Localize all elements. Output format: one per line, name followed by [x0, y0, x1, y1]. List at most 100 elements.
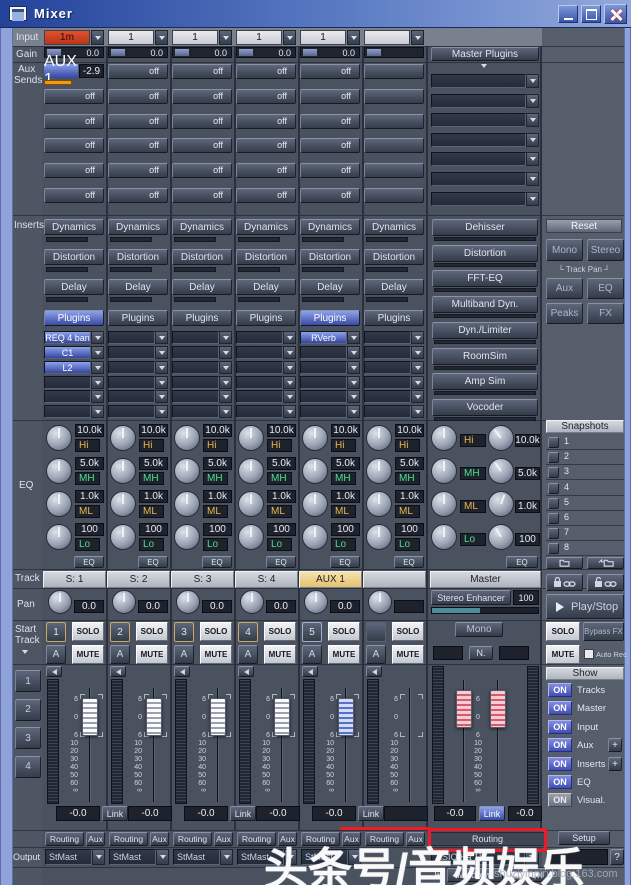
master-insert-ffteq[interactable]: FFT-EQ: [432, 270, 538, 287]
eq-knob[interactable]: [238, 425, 264, 451]
eq-knob[interactable]: [238, 458, 264, 484]
track-header-cell[interactable]: S: 2: [107, 571, 170, 588]
snapshot-load-button[interactable]: [546, 557, 583, 569]
eq-freq-value[interactable]: 10.0k: [395, 424, 424, 437]
plugin-slot-arrow[interactable]: [283, 376, 296, 389]
plugin-slot-select[interactable]: [108, 390, 155, 403]
output-dropdown-arrow[interactable]: [156, 849, 169, 865]
input-select[interactable]: 1m: [44, 30, 90, 45]
master-insert-multibanddyn[interactable]: Multiband Dyn.: [432, 296, 538, 313]
aux-send-button[interactable]: off: [300, 89, 360, 104]
plugin-slot-arrow[interactable]: [155, 361, 168, 374]
aux-send-button[interactable]: off: [172, 114, 232, 129]
plugin-slot-select[interactable]: L2: [44, 361, 91, 374]
plugin-slot-select[interactable]: [236, 405, 283, 418]
eq-button[interactable]: EQ: [74, 556, 104, 568]
show-on-toggle-tracks[interactable]: ON: [548, 683, 572, 697]
master-plugin-slot[interactable]: [431, 172, 526, 186]
eq-freq-value[interactable]: 5.0k: [75, 457, 104, 470]
pan-knob[interactable]: [304, 590, 328, 614]
eq-knob[interactable]: [302, 425, 328, 451]
aux-send-button[interactable]: [364, 163, 424, 178]
master-left-field[interactable]: [433, 646, 463, 660]
plugin-slot-select[interactable]: [364, 390, 411, 403]
gain-value[interactable]: 0.0: [86, 48, 99, 58]
gain-value[interactable]: 0.0: [150, 48, 163, 58]
fx-delay-button[interactable]: Delay: [44, 279, 104, 295]
fx-delay-button[interactable]: Delay: [364, 279, 424, 295]
meter-collapse-button[interactable]: [238, 666, 254, 677]
track-number-button[interactable]: 2: [110, 622, 130, 642]
stereo-enhancer-value[interactable]: 100: [513, 590, 539, 605]
help-button[interactable]: ?: [610, 849, 624, 865]
aux-send-button[interactable]: off: [44, 188, 104, 203]
track-number-button[interactable]: 3: [174, 622, 194, 642]
plugin-slot-arrow[interactable]: [155, 376, 168, 389]
plugin-slot-arrow[interactable]: [411, 346, 424, 359]
right-scroll-strip[interactable]: [624, 28, 631, 885]
fader-value[interactable]: -0.0: [56, 806, 100, 821]
fader-value[interactable]: [384, 806, 428, 821]
fx-dynamics-button[interactable]: Dynamics: [108, 219, 168, 235]
master-eq-knob[interactable]: [431, 458, 457, 484]
fader-value[interactable]: -0.0: [256, 806, 300, 821]
master-plugin-slot[interactable]: [431, 133, 526, 147]
eq-freq-value[interactable]: 10.0k: [75, 424, 104, 437]
sidebar-track-button[interactable]: 3: [15, 727, 41, 749]
aux-send-button[interactable]: off: [300, 64, 360, 79]
aux-send-button[interactable]: off: [172, 89, 232, 104]
plugin-slot-select[interactable]: [300, 390, 347, 403]
fx-distortion-button[interactable]: Distortion: [172, 249, 232, 265]
routing-button[interactable]: Routing: [109, 832, 148, 846]
plugins-button[interactable]: Plugins: [44, 310, 104, 326]
fader-cap[interactable]: [82, 698, 98, 736]
pan-value[interactable]: 0.0: [202, 600, 232, 613]
aux-send-select[interactable]: AUX 1: [44, 53, 78, 88]
plugin-slot-select[interactable]: C1: [44, 346, 91, 359]
aux-send-button[interactable]: off: [236, 64, 296, 79]
stereo-enhancer-button[interactable]: Stereo Enhancer: [431, 590, 511, 605]
routing-button[interactable]: Routing: [173, 832, 212, 846]
pan-value[interactable]: [394, 600, 424, 613]
eq-knob[interactable]: [366, 425, 392, 451]
eq-freq-value[interactable]: 10.0k: [203, 424, 232, 437]
plugin-slot-select[interactable]: [172, 331, 219, 344]
rec-arm-button[interactable]: A: [110, 645, 130, 664]
show-on-toggle-master[interactable]: ON: [548, 701, 572, 715]
snapshot-slot-button[interactable]: [548, 543, 559, 554]
gain-value[interactable]: 0.0: [278, 48, 291, 58]
master-fader-value-left[interactable]: -0.0: [434, 806, 476, 821]
input-select[interactable]: 1: [108, 30, 154, 45]
pan-knob[interactable]: [176, 590, 200, 614]
sidebar-track-button[interactable]: 1: [15, 670, 41, 692]
master-eq-freq-knob[interactable]: [488, 524, 514, 550]
master-plugin-slot[interactable]: [431, 192, 526, 206]
plugin-slot-arrow[interactable]: [411, 405, 424, 418]
plugin-slot-select[interactable]: [108, 405, 155, 418]
plugin-slot-select[interactable]: [108, 376, 155, 389]
plugins-button[interactable]: Plugins: [364, 310, 424, 326]
plugin-slot-select[interactable]: [364, 361, 411, 374]
eq-freq-value[interactable]: 1.0k: [331, 490, 360, 503]
plugins-button[interactable]: Plugins: [236, 310, 296, 326]
master-eq-freq-value[interactable]: 100: [515, 533, 540, 546]
eq-knob[interactable]: [174, 491, 200, 517]
plugin-slot-arrow[interactable]: [219, 361, 232, 374]
left-scroll-strip[interactable]: [0, 28, 13, 885]
aux-send-button[interactable]: [364, 188, 424, 203]
eq-knob[interactable]: [46, 491, 72, 517]
master-insert-roomsim[interactable]: RoomSim: [432, 348, 538, 365]
solo-button[interactable]: SOLO: [200, 622, 232, 641]
plugin-slot-arrow[interactable]: [283, 361, 296, 374]
mute-button[interactable]: MUTE: [392, 645, 424, 664]
solo-button[interactable]: SOLO: [264, 622, 296, 641]
plugin-slot-arrow[interactable]: [219, 376, 232, 389]
pan-knob[interactable]: [240, 590, 264, 614]
minimize-button[interactable]: [558, 5, 578, 23]
aux-send-button[interactable]: off: [300, 114, 360, 129]
eq-button[interactable]: EQ: [138, 556, 168, 568]
meter-collapse-button[interactable]: [46, 666, 62, 677]
plugin-slot-select[interactable]: [300, 346, 347, 359]
plugin-slot-select[interactable]: [108, 331, 155, 344]
eq-freq-value[interactable]: 1.0k: [139, 490, 168, 503]
